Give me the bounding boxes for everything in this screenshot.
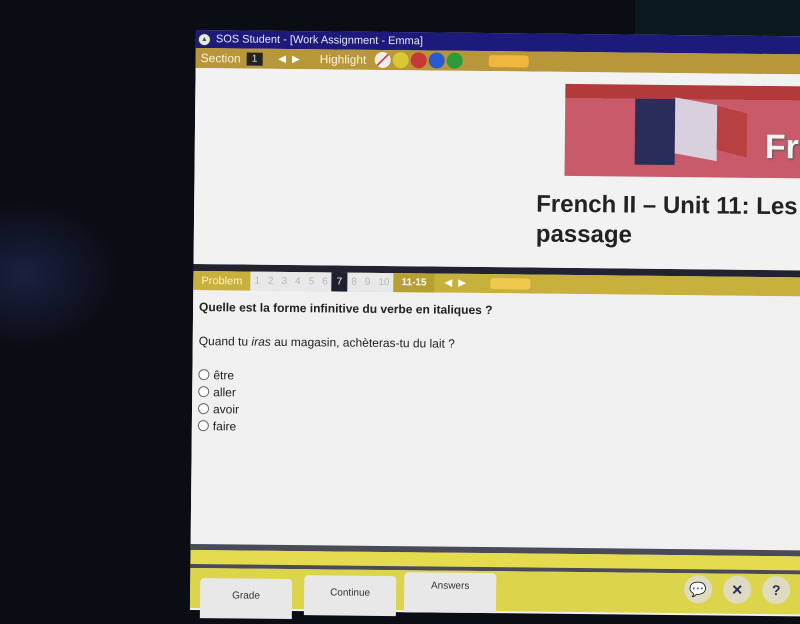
- problem-1[interactable]: 1: [250, 276, 264, 287]
- option-label: avoir: [212, 401, 240, 416]
- section-label: Section: [200, 51, 241, 66]
- section-number[interactable]: 1: [246, 52, 263, 66]
- flag-blue: [634, 98, 676, 166]
- problem-note-button[interactable]: [489, 278, 531, 290]
- help-icon[interactable]: ?: [762, 575, 791, 605]
- continue-button[interactable]: Continue: [303, 575, 397, 617]
- problem-8[interactable]: 8: [347, 277, 361, 288]
- next-section-icon[interactable]: ▶: [292, 54, 306, 65]
- app-window: ▲ SOS Student - [Work Assignment - Emma]…: [189, 30, 800, 620]
- highlight-red-swatch[interactable]: [410, 52, 427, 69]
- question-prompt: Quand tu iras au magasin, achèteras-tu d…: [199, 334, 800, 354]
- question-instruction: Quelle est la forme infinitive du verbe …: [199, 300, 493, 318]
- answers-button[interactable]: Answers: [403, 572, 497, 614]
- option-label: aller: [213, 384, 236, 399]
- highlight-eraser-swatch[interactable]: [374, 51, 391, 69]
- prompt-italic-verb: iras: [251, 334, 271, 349]
- radio-button[interactable]: [197, 420, 209, 432]
- question-area: Quelle est la forme infinitive du verbe …: [190, 289, 800, 551]
- lesson-banner-image: Fre: [564, 83, 800, 179]
- problem-2[interactable]: 2: [264, 276, 278, 287]
- radio-button[interactable]: [197, 403, 210, 415]
- lesson-title: French II – Unit 11: Les passage: [536, 190, 798, 253]
- grade-button[interactable]: Grade: [199, 578, 293, 620]
- problem-6[interactable]: 6: [318, 276, 332, 287]
- next-problem-icon[interactable]: ▶: [458, 278, 472, 289]
- footer-toolbar: Grade Continue Answers 💬 ✕ ?: [189, 567, 800, 620]
- problem-3[interactable]: 3: [277, 276, 291, 287]
- flag-white: [674, 97, 718, 162]
- chat-icon[interactable]: 💬: [684, 575, 713, 604]
- prompt-text-end: au magasin, achèteras-tu du lait ?: [270, 334, 455, 351]
- option-label: faire: [212, 418, 237, 433]
- app-logo-icon: ▲: [197, 32, 211, 46]
- banner-text: Fre: [764, 127, 800, 167]
- radio-button[interactable]: [198, 369, 210, 381]
- highlight-green-swatch[interactable]: [446, 52, 463, 69]
- highlight-label: Highlight: [319, 52, 367, 67]
- flag-red: [716, 105, 748, 158]
- background: [0, 200, 120, 350]
- problem-range-button[interactable]: 11-15: [393, 273, 435, 293]
- problem-7-active[interactable]: 7: [331, 272, 348, 292]
- highlight-blue-swatch[interactable]: [428, 52, 445, 69]
- section-nav: ◀▶: [278, 53, 306, 64]
- radio-button[interactable]: [198, 386, 210, 398]
- problem-label: Problem: [193, 270, 251, 291]
- window-title: SOS Student - [Work Assignment - Emma]: [215, 33, 424, 48]
- highlight-swatches: [372, 51, 463, 69]
- lesson-title-line1: French II – Unit 11: Les: [536, 190, 798, 221]
- highlight-yellow-swatch[interactable]: [392, 52, 409, 69]
- problem-9[interactable]: 9: [361, 277, 375, 288]
- prev-section-icon[interactable]: ◀: [278, 53, 292, 64]
- prompt-text: Quand tu: [198, 334, 252, 349]
- prev-problem-icon[interactable]: ◀: [444, 278, 458, 289]
- lesson-title-line2: passage: [535, 220, 633, 249]
- option-label: être: [213, 367, 235, 382]
- problem-nav: ◀ ▶: [444, 274, 472, 293]
- problem-4[interactable]: 4: [291, 276, 305, 287]
- problem-10[interactable]: 10: [374, 277, 393, 288]
- problem-numbers: 1 2 3 4 5 6 7 8 9 10: [250, 271, 394, 293]
- problem-5[interactable]: 5: [305, 276, 319, 287]
- lesson-pane: Fre French II – Unit 11: Les passage: [193, 67, 800, 271]
- sticky-note-button[interactable]: [488, 55, 529, 68]
